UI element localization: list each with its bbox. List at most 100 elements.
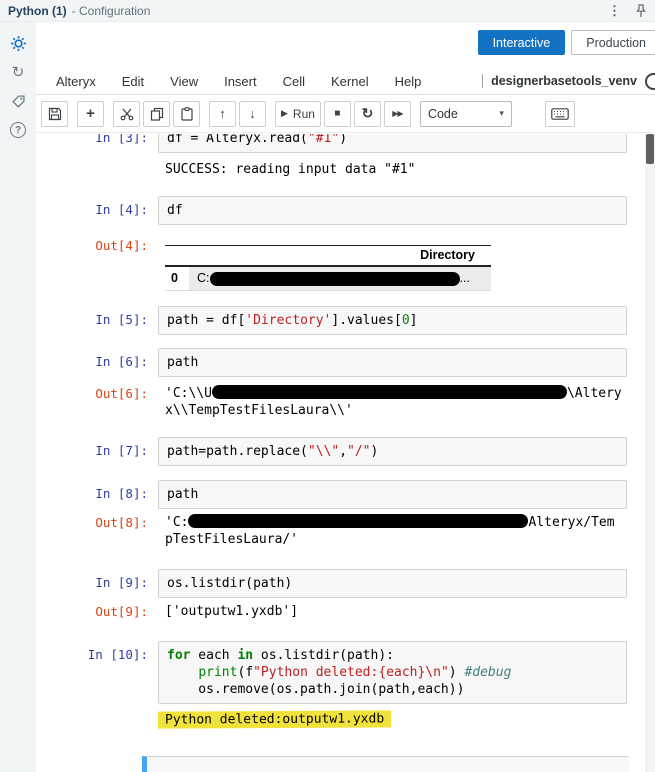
code-token-kw: for xyxy=(167,647,191,663)
code-input[interactable]: df = Alteryx.read("#1") xyxy=(158,134,627,153)
copy-cells-button[interactable] xyxy=(143,100,170,127)
code-token: 'C: xyxy=(165,514,189,530)
code-input[interactable]: for each in os.listdir(path): print(f"Py… xyxy=(158,640,627,704)
save-button[interactable] xyxy=(41,100,68,127)
code-token: ) xyxy=(448,664,465,680)
cell-type-value: Code xyxy=(427,106,458,121)
code-token-str: "Python deleted:{each}\n" xyxy=(253,664,449,680)
input-prompt: In [4]: xyxy=(95,202,148,217)
input-prompt: In [7]: xyxy=(95,442,148,458)
kernel-name: designerbasetools_venv xyxy=(491,74,637,88)
code-token: , xyxy=(339,443,348,459)
move-cell-down-button[interactable]: ↓ xyxy=(239,100,266,127)
out-in3-stream: SUCCESS: reading input data "#1" xyxy=(165,162,416,177)
copy-icon xyxy=(150,107,163,121)
clipboard-icon xyxy=(180,106,193,121)
output-text: 'C:\\U \Altery x\\TempTestFilesLaura\\' xyxy=(158,384,627,419)
input-prompt: In [9]: xyxy=(95,574,148,590)
menu-help[interactable]: Help xyxy=(395,74,422,89)
code-token: path xyxy=(167,486,199,502)
keyboard-icon xyxy=(551,107,569,120)
code-token: df = Alteryx.read( xyxy=(167,134,308,146)
code-token-str: "#1" xyxy=(307,134,340,146)
code-token: os.listdir(path) xyxy=(167,575,293,591)
dataframe-table: Directory 0 C:... xyxy=(165,245,491,291)
move-cell-up-button[interactable]: ↑ xyxy=(209,100,236,127)
gear-icon[interactable] xyxy=(5,32,31,54)
cell-in9: In [9]: os.listdir(path) xyxy=(36,568,645,598)
code-input[interactable]: path xyxy=(158,479,627,509)
code-token: path=path.replace( xyxy=(167,443,308,459)
save-icon xyxy=(48,107,61,120)
cell-in6: In [6]: path xyxy=(36,347,645,377)
code-token-str: "\\" xyxy=(307,443,340,459)
paste-cells-button[interactable] xyxy=(173,100,200,127)
tab-interactive[interactable]: Interactive xyxy=(477,30,566,55)
output-text: ['outputw1.yxdb'] xyxy=(158,603,627,620)
out8: Out[8]: 'C: Alteryx/Tem pTestFilesLaura/' xyxy=(36,513,645,548)
tab-production[interactable]: Production xyxy=(571,30,655,55)
code-token: Alteryx/Tem xyxy=(528,514,615,530)
cell-type-select[interactable]: Code ▾ xyxy=(419,100,512,127)
kernel-area: designerbasetools_venv xyxy=(482,72,655,90)
code-input[interactable]: os.listdir(path) xyxy=(158,568,627,598)
cut-cells-button[interactable] xyxy=(113,100,140,127)
code-token: os.listdir(path): xyxy=(253,647,394,663)
out9: Out[9]: ['outputw1.yxdb'] xyxy=(36,603,645,620)
tag-icon[interactable] xyxy=(5,90,31,112)
code-token-str: "/" xyxy=(347,443,371,459)
command-palette-button[interactable] xyxy=(544,100,575,127)
code-token: (f xyxy=(237,664,254,680)
restart-run-all-button[interactable]: ▶▶ xyxy=(383,100,411,127)
menu-view[interactable]: View xyxy=(170,74,198,89)
help-icon[interactable]: ? xyxy=(5,119,31,141)
pin-icon[interactable] xyxy=(635,3,647,18)
menu-edit[interactable]: Edit xyxy=(122,74,144,89)
code-token: ) xyxy=(339,134,348,146)
code-line: path xyxy=(167,354,618,371)
stop-icon: ■ xyxy=(334,108,341,119)
code-input[interactable]: path xyxy=(158,347,627,377)
redaction-mark xyxy=(211,384,567,399)
output-prompt: Out[9]: xyxy=(95,603,148,619)
value-suffix: ... xyxy=(459,271,470,285)
code-input[interactable]: path=path.replace("\\","/") xyxy=(158,436,627,466)
menu-alteryx[interactable]: Alteryx xyxy=(56,74,96,89)
window-title-suffix: - Configuration xyxy=(71,3,151,18)
notebook-panel: Interactive Production Alteryx Edit View In… xyxy=(36,22,655,772)
sync-icon[interactable]: ↻ xyxy=(5,61,31,83)
run-button[interactable]: ▶ Run xyxy=(275,100,321,127)
menu-kernel[interactable]: Kernel xyxy=(331,74,369,89)
out10-stream: Python deleted:outputw1.yxdb xyxy=(157,710,645,729)
code-token: pTestFilesLaura/' xyxy=(165,531,299,547)
toolbar: + ↑ ↓ ▶ Run ■ ↻ ▶▶ Code ▾ xyxy=(36,95,655,133)
code-input[interactable]: path = df['Directory'].values[0] xyxy=(158,305,627,335)
cell-in5: In [5]: path = df['Directory'].values[0] xyxy=(36,305,645,335)
vertical-scrollbar[interactable] xyxy=(645,134,655,772)
add-cell-button[interactable]: + xyxy=(77,100,104,127)
input-prompt: In [6]: xyxy=(95,353,148,369)
value-prefix: C: xyxy=(197,271,210,285)
code-token: \Altery xyxy=(566,385,622,401)
scrollbar-thumb[interactable] xyxy=(646,134,654,164)
highlighted-output-text: Python deleted:outputw1.yxdb xyxy=(157,710,392,729)
code-token: path = df[ xyxy=(167,312,246,328)
interrupt-kernel-button[interactable]: ■ xyxy=(323,100,351,127)
input-prompt: In [5]: xyxy=(95,311,148,327)
code-line: print(f"Python deleted:{each}\n") #debug xyxy=(167,664,618,681)
code-input[interactable]: df xyxy=(158,196,627,225)
output-prompt: Out[4]: xyxy=(95,238,148,253)
table-column-header: Directory xyxy=(189,245,491,267)
restart-kernel-button[interactable]: ↻ xyxy=(353,100,381,127)
menu-cell[interactable]: Cell xyxy=(283,74,305,89)
out4: Out[4]: Directory 0 C:... xyxy=(36,237,645,291)
more-options-icon[interactable]: ⋮ xyxy=(608,4,621,17)
next-cell[interactable] xyxy=(142,755,629,772)
code-line: os.remove(os.path.join(path,each)) xyxy=(167,681,618,698)
menu-insert[interactable]: Insert xyxy=(224,74,257,89)
window-title: Python (1) xyxy=(8,3,67,18)
code-token-bi: print xyxy=(198,664,238,680)
menu-divider xyxy=(482,74,484,88)
code-token-com: #debug xyxy=(464,664,512,680)
